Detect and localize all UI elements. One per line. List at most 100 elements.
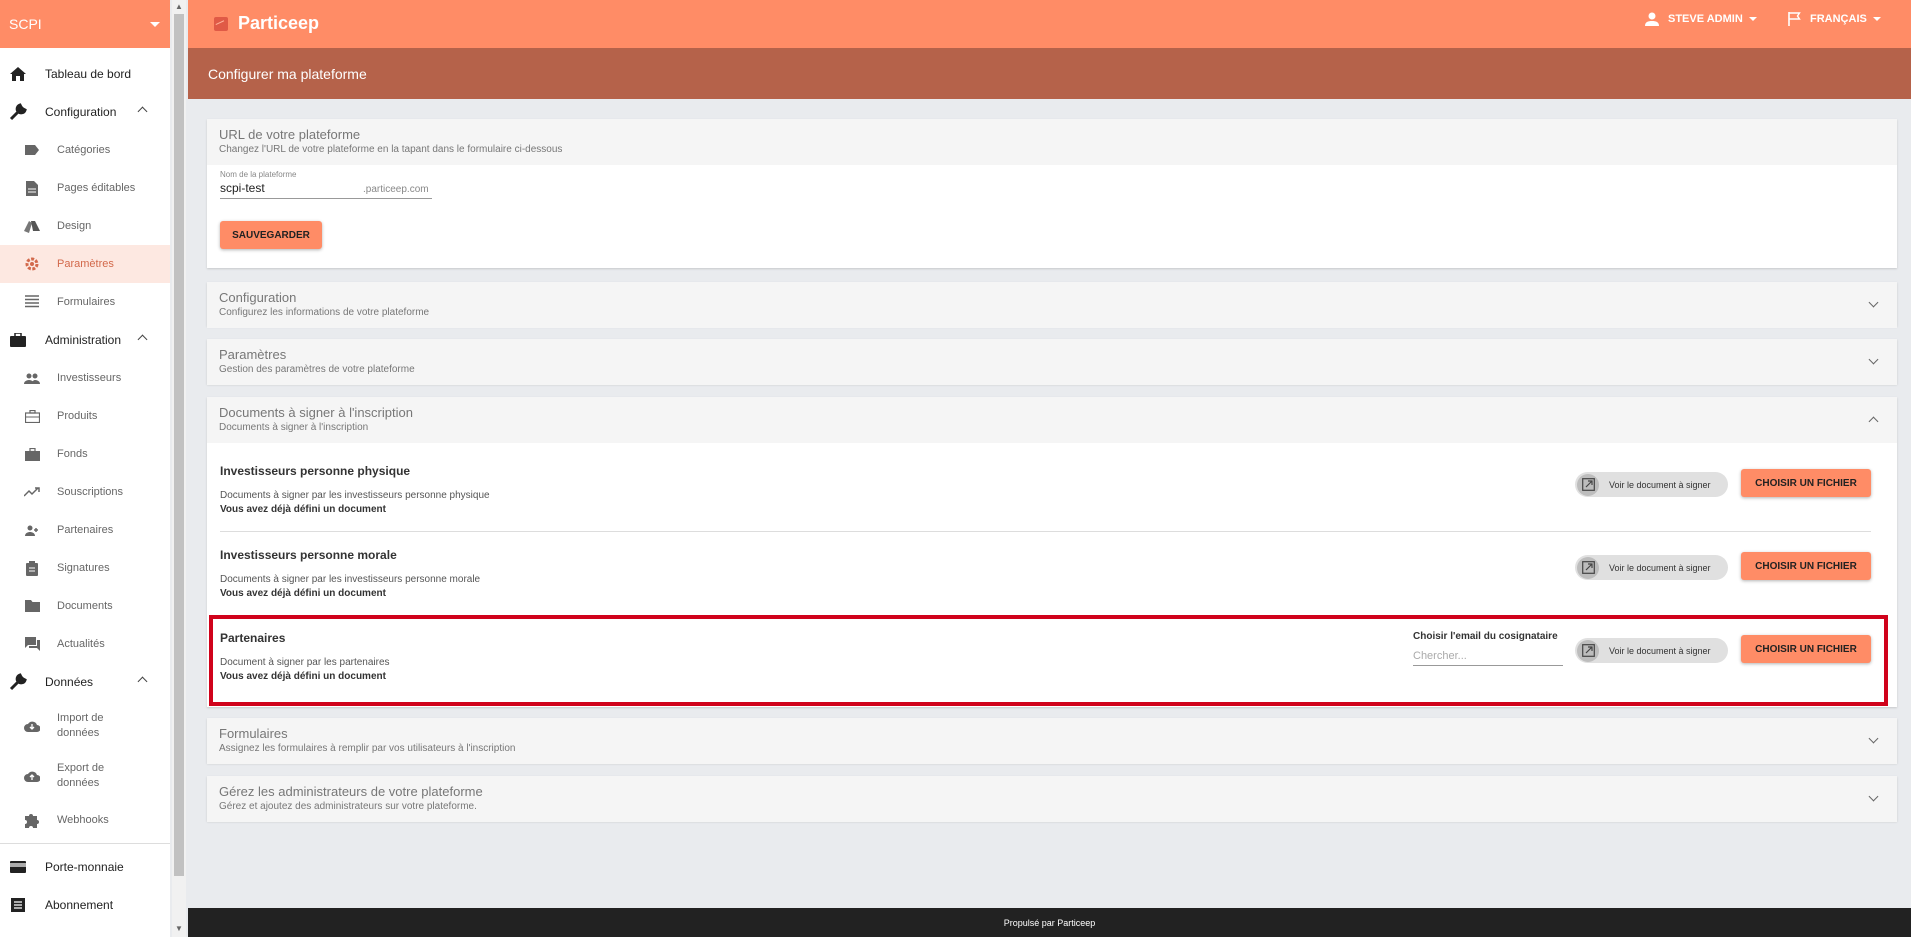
panel-subtitle: Gérez et ajoutez des administrateurs sur… — [219, 801, 477, 812]
credit-card-icon — [9, 858, 27, 876]
palette-icon — [24, 218, 40, 234]
sidebar-item-funds[interactable]: Fonds — [0, 435, 170, 473]
platform-name-field[interactable]: Nom de la plateforme scpi-test .particee… — [220, 170, 432, 199]
wrench-icon — [9, 103, 27, 121]
sidebar-item-categories[interactable]: Catégories — [0, 131, 170, 169]
list-icon — [24, 294, 40, 310]
panel-title: URL de votre plateforme — [219, 127, 361, 142]
panel-title: Documents à signer à l'inscription — [219, 405, 413, 420]
scroll-down-icon[interactable]: ▼ — [175, 924, 183, 933]
user-name: STEVE ADMIN — [1668, 13, 1743, 25]
admins-panel[interactable]: Gérez les administrateurs de votre plate… — [207, 776, 1897, 822]
sidebar-item-news[interactable]: Actualités — [0, 625, 170, 663]
sidebar-item-documents[interactable]: Documents — [0, 587, 170, 625]
view-document-chip[interactable]: Voir le document à signer — [1575, 472, 1728, 497]
sidebar-scrollbar[interactable]: ▲ ▼ — [172, 0, 186, 937]
language-label: FRANÇAIS — [1810, 13, 1867, 25]
url-panel-header: URL de votre plateforme Changez l'URL de… — [207, 119, 1897, 165]
documents-panel-header[interactable]: Documents à signer à l'inscription Docum… — [207, 397, 1897, 443]
row-divider — [220, 531, 1871, 532]
sidebar-item-editable-pages[interactable]: Pages éditables — [0, 169, 170, 207]
sidebar-item-label: Investisseurs — [57, 372, 122, 384]
user-menu-button[interactable]: STEVE ADMIN — [1645, 12, 1757, 26]
platform-selector-label: SCPI — [9, 16, 42, 32]
configuration-panel[interactable]: Configuration Configurez les information… — [207, 282, 1897, 328]
sidebar-item-label: Partenaires — [57, 524, 114, 536]
sidebar-item-signatures[interactable]: Signatures — [0, 549, 170, 587]
platform-name-input[interactable]: scpi-test — [220, 181, 363, 198]
sidebar-item-label: Tableau de bord — [45, 67, 132, 81]
sidebar-item-settings[interactable]: Paramètres — [0, 245, 170, 283]
sidebar-item-webhooks[interactable]: Webhooks — [0, 801, 170, 839]
settings-panel-header[interactable]: Paramètres Gestion des paramètres de vot… — [207, 339, 1897, 385]
chevron-up-icon — [137, 106, 148, 117]
sidebar-item-configuration[interactable]: Configuration — [0, 93, 170, 131]
view-document-label: Voir le document à signer — [1609, 479, 1711, 490]
panel-title: Gérez les administrateurs de votre plate… — [219, 784, 483, 799]
configuration-panel-header[interactable]: Configuration Configurez les information… — [207, 282, 1897, 328]
view-document-chip[interactable]: Voir le document à signer — [1575, 555, 1728, 580]
chevron-up-icon — [137, 676, 148, 687]
sidebar-item-wallet[interactable]: Porte-monnaie — [0, 848, 170, 886]
save-button[interactable]: SAUVEGARDER — [220, 221, 322, 249]
open-in-new-icon — [1577, 556, 1599, 579]
sidebar-item-investors[interactable]: Investisseurs — [0, 359, 170, 397]
platform-selector[interactable]: SCPI — [0, 0, 170, 48]
sidebar: SCPI Tableau de bord Configuration Catég… — [0, 0, 170, 937]
sidebar-item-export[interactable]: Export de données — [0, 751, 170, 801]
sidebar-item-label: Documents — [57, 600, 113, 612]
panel-subtitle: Documents à signer à l'inscription — [219, 422, 369, 433]
page-title: Configurer ma plateforme — [208, 66, 367, 82]
sidebar-item-partners[interactable]: Partenaires — [0, 511, 170, 549]
sidebar-item-label: Design — [57, 220, 92, 232]
sidebar-item-data[interactable]: Données — [0, 663, 170, 701]
sidebar-item-subscriptions[interactable]: Souscriptions — [0, 473, 170, 511]
logo-icon — [214, 16, 228, 31]
url-panel: URL de votre plateforme Changez l'URL de… — [207, 119, 1897, 268]
sidebar-item-administration[interactable]: Administration — [0, 321, 170, 359]
view-document-label: Voir le document à signer — [1609, 562, 1711, 573]
clipboard-icon — [24, 560, 40, 576]
sidebar-item-products[interactable]: Produits — [0, 397, 170, 435]
product-icon — [24, 408, 40, 424]
panel-subtitle: Changez l'URL de votre plateforme en la … — [219, 144, 563, 155]
choose-file-button[interactable]: CHOISIR UN FICHIER — [1741, 552, 1871, 580]
footer: Propulsé par Particeep — [188, 908, 1911, 937]
choose-file-button[interactable]: CHOISIR UN FICHIER — [1741, 469, 1871, 497]
sidebar-item-label: Administration — [45, 333, 122, 347]
forms-panel[interactable]: Formulaires Assignez les formulaires à r… — [207, 718, 1897, 764]
folder-icon — [24, 598, 40, 614]
sidebar-item-dashboard[interactable]: Tableau de bord — [0, 55, 170, 93]
list-box-icon — [9, 896, 27, 914]
sidebar-item-subscription[interactable]: Abonnement — [0, 886, 170, 924]
cloud-download-icon — [24, 718, 40, 734]
sidebar-item-forms[interactable]: Formulaires — [0, 283, 170, 321]
highlight-box — [209, 615, 1888, 706]
label-icon — [24, 142, 40, 158]
forms-panel-header[interactable]: Formulaires Assignez les formulaires à r… — [207, 718, 1897, 764]
caret-down-icon — [1872, 17, 1881, 21]
scroll-up-icon[interactable]: ▲ — [175, 2, 183, 11]
language-menu-button[interactable]: FRANÇAIS — [1788, 12, 1881, 26]
doc-status: Vous avez déjà défini un document — [220, 504, 386, 515]
settings-panel[interactable]: Paramètres Gestion des paramètres de vot… — [207, 339, 1897, 385]
sidebar-item-import[interactable]: Import de données — [0, 701, 170, 751]
caret-down-icon — [1748, 17, 1757, 21]
sidebar-item-design[interactable]: Design — [0, 207, 170, 245]
top-bar: Particeep STEVE ADMIN FRANÇAIS — [188, 0, 1911, 48]
panel-subtitle: Gestion des paramètres de votre platefor… — [219, 364, 415, 375]
scrollbar-thumb[interactable] — [174, 14, 184, 876]
sidebar-item-label: Formulaires — [57, 296, 116, 308]
open-in-new-icon — [1577, 473, 1599, 496]
page-header: Configurer ma plateforme — [188, 48, 1911, 99]
brand[interactable]: Particeep — [214, 13, 319, 34]
sidebar-item-label: Signatures — [57, 562, 110, 574]
forum-icon — [24, 636, 40, 652]
document-icon — [24, 180, 40, 196]
admins-panel-header[interactable]: Gérez les administrateurs de votre plate… — [207, 776, 1897, 822]
gear-icon — [24, 256, 40, 272]
sidebar-item-label: Fonds — [57, 448, 88, 460]
field-label: Nom de la plateforme — [220, 170, 297, 179]
sidebar-item-label: Webhooks — [57, 814, 109, 826]
person-add-icon — [24, 522, 40, 538]
